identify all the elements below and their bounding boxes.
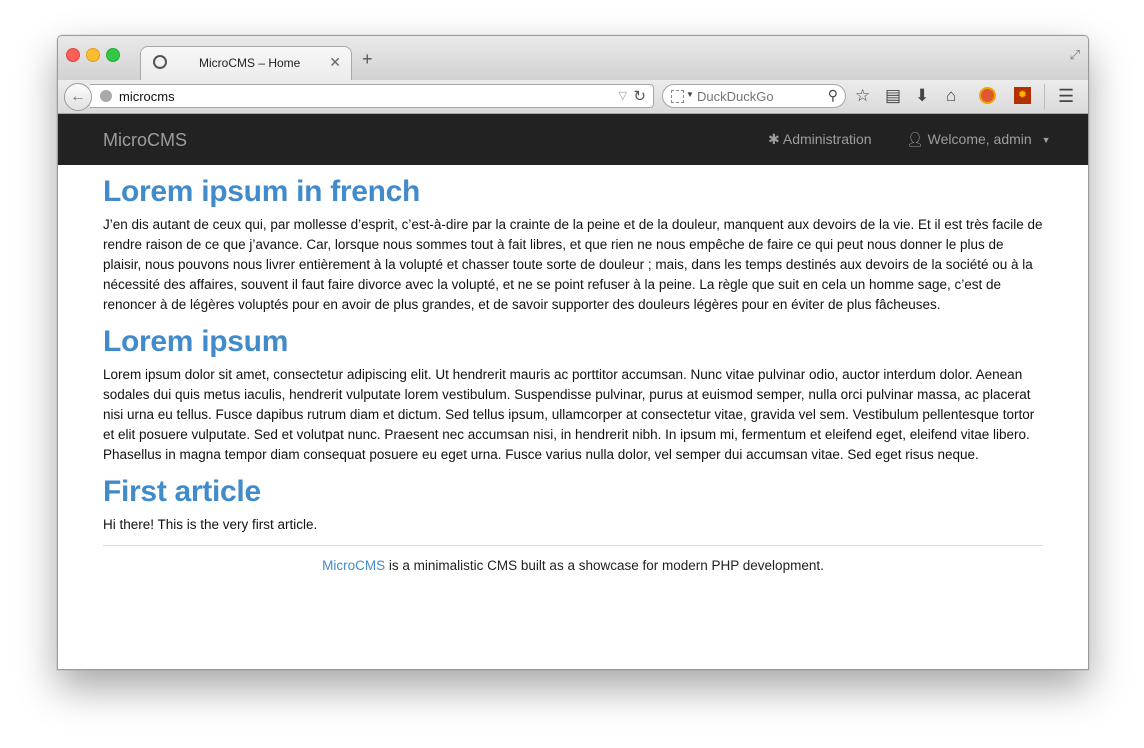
- back-arrow-icon: ←: [70, 88, 86, 105]
- window-minimize-button[interactable]: [86, 48, 100, 62]
- window-close-button[interactable]: [66, 48, 80, 62]
- reload-icon[interactable]: ↻: [633, 87, 646, 105]
- tab-strip: MicroCMS – Home ✕ + ⤢: [58, 36, 1088, 80]
- footer: MicroCMS is a minimalistic CMS built as …: [103, 558, 1043, 573]
- tab-title: MicroCMS – Home: [199, 56, 301, 70]
- article-title[interactable]: Lorem ipsum in french: [103, 177, 1043, 207]
- url-bar[interactable]: microcms ▽ ↻: [90, 84, 654, 108]
- search-input[interactable]: [697, 89, 817, 104]
- user-label: Welcome, admin: [927, 131, 1032, 147]
- site-navbar: MicroCMS ✱ Administration 👤︎ Welcome, ad…: [58, 114, 1088, 165]
- article-body: Hi there! This is the very first article…: [103, 517, 318, 532]
- navigation-toolbar: microcms ▽ ↻ ← ▼ ⚲ ☆ ▤ ⬇ ⌂ ✹ ☰: [58, 80, 1088, 114]
- globe-icon: [100, 90, 112, 102]
- admin-link[interactable]: ✱ Administration: [768, 131, 872, 148]
- article-title[interactable]: First article: [103, 477, 1043, 507]
- search-bar[interactable]: ▼ ⚲: [662, 84, 846, 108]
- article-body: Lorem ipsum dolor sit amet, consectetur …: [103, 367, 1035, 462]
- user-icon: 👤︎: [906, 131, 924, 147]
- tab-close-icon[interactable]: ✕: [329, 54, 341, 71]
- history-dropdown-icon[interactable]: ▽: [619, 89, 627, 102]
- gear-icon: ✱: [768, 131, 780, 147]
- article-body: J’en dis autant de ceux qui, par molless…: [103, 217, 1043, 312]
- menu-icon[interactable]: ☰: [1058, 86, 1074, 106]
- search-engine-icon[interactable]: [671, 90, 684, 103]
- extension-icon[interactable]: ✹: [1014, 87, 1031, 104]
- search-engine-caret-icon[interactable]: ▼: [686, 90, 694, 99]
- bookmarks-list-icon[interactable]: ▤: [885, 86, 901, 106]
- chevron-down-icon: ▼: [1041, 135, 1051, 146]
- window-zoom-button[interactable]: [106, 48, 120, 62]
- main-content: Lorem ipsum in french J’en dis autant de…: [103, 165, 1043, 573]
- fullscreen-icon[interactable]: ⤢: [1070, 47, 1080, 63]
- download-icon[interactable]: ⬇: [915, 86, 929, 106]
- new-tab-button[interactable]: +: [362, 50, 373, 68]
- toolbar-divider: [1044, 84, 1045, 110]
- footer-divider: [103, 545, 1043, 546]
- browser-window: MicroCMS – Home ✕ + ⤢ microcms ▽ ↻ ← ▼ ⚲…: [57, 35, 1089, 670]
- user-menu[interactable]: 👤︎ Welcome, admin ▼: [906, 131, 1051, 148]
- search-icon[interactable]: ⚲: [828, 87, 838, 104]
- tab-home[interactable]: MicroCMS – Home ✕: [140, 46, 352, 80]
- url-text[interactable]: microcms: [119, 89, 175, 104]
- brand-link[interactable]: MicroCMS: [103, 130, 187, 151]
- footer-link[interactable]: MicroCMS: [322, 558, 385, 573]
- bookmark-star-icon[interactable]: ☆: [855, 86, 870, 106]
- footer-text: is a minimalistic CMS built as a showcas…: [385, 558, 824, 573]
- admin-label: Administration: [782, 131, 872, 147]
- back-button[interactable]: ←: [64, 83, 92, 111]
- favicon-icon: [153, 55, 167, 69]
- home-icon[interactable]: ⌂: [946, 86, 956, 106]
- article-title[interactable]: Lorem ipsum: [103, 327, 1043, 357]
- duckduckgo-icon[interactable]: [979, 87, 996, 104]
